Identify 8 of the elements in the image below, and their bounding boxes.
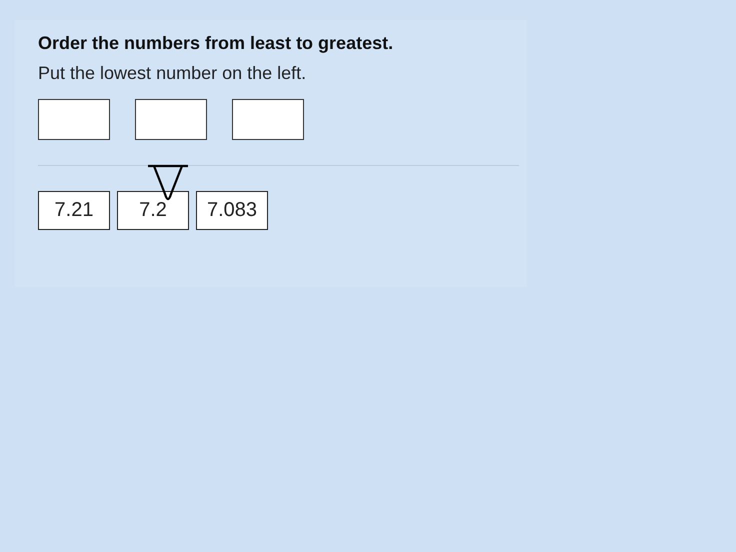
question-hint: Put the lowest number on the left. [38, 63, 308, 84]
answer-box[interactable] [232, 99, 304, 140]
number-tile[interactable]: 7.2 [117, 191, 189, 230]
answer-box[interactable] [38, 99, 110, 140]
question-title: Order the numbers from least to greatest. [38, 33, 394, 54]
answer-box[interactable] [135, 99, 207, 140]
number-tile[interactable]: 7.083 [196, 191, 268, 230]
number-tile[interactable]: 7.21 [38, 191, 110, 230]
